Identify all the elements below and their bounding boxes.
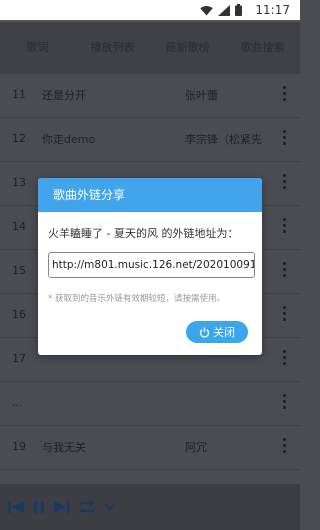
close-button[interactable]: 关闭 xyxy=(186,321,248,343)
dialog-message: 火羊瞌睡了 - 夏天的风 的外链地址为： xyxy=(48,227,239,240)
dialog-note: * 获取到的音乐外链有效期较短，请按需使用。 xyxy=(48,294,225,304)
power-icon xyxy=(199,327,210,337)
close-button-label: 关闭 xyxy=(213,326,235,339)
share-link-dialog: 歌曲外链分享 火羊瞌睡了 - 夏天的风 的外链地址为： http://m801.… xyxy=(38,178,262,355)
url-field[interactable]: http://m801.music.126.net/2020100911 xyxy=(48,252,255,278)
dialog-title: 歌曲外链分享 xyxy=(38,178,262,212)
